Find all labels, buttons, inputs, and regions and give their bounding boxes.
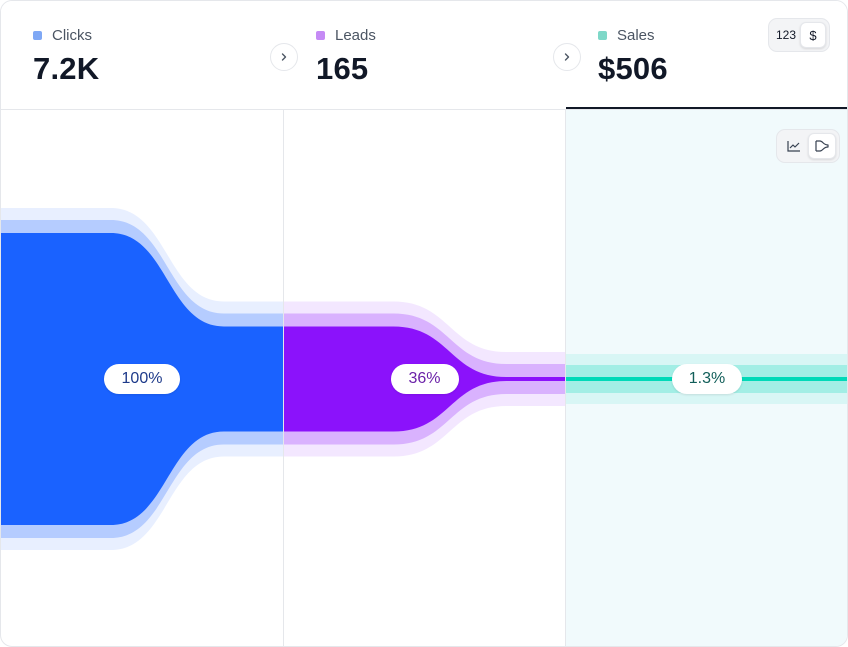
clicks-percent-label: 100% <box>104 364 180 394</box>
leads-value: 165 <box>316 51 369 86</box>
funnel-chart-icon[interactable] <box>808 133 836 159</box>
toggle-currency-option[interactable]: $ <box>800 22 826 48</box>
leads-legend-dot <box>316 31 325 40</box>
sales-legend-dot <box>598 31 607 40</box>
sales-value: $506 <box>598 51 668 86</box>
toggle-count-option[interactable]: 123 <box>772 22 800 48</box>
chevron-right-icon <box>553 43 581 71</box>
chart-view-toggle <box>776 129 840 163</box>
line-chart-icon[interactable] <box>780 133 808 159</box>
sales-percent-label: 1.3% <box>672 364 742 394</box>
chevron-right-icon <box>270 43 298 71</box>
stage-header: Clicks 7.2K Leads 165 Sales $506 123 $ <box>1 1 847 110</box>
clicks-label: Clicks <box>52 27 92 44</box>
leads-percent-label: 36% <box>390 364 459 394</box>
clicks-legend-dot <box>33 31 42 40</box>
leads-label: Leads <box>335 27 376 44</box>
stage-clicks[interactable]: Clicks 7.2K <box>1 1 283 109</box>
value-format-toggle: 123 $ <box>768 18 830 52</box>
funnel-card: Clicks 7.2K Leads 165 Sales $506 123 $ 1… <box>0 0 848 647</box>
stage-leads[interactable]: Leads 165 <box>284 1 565 109</box>
sales-label: Sales <box>617 27 655 44</box>
clicks-value: 7.2K <box>33 51 100 86</box>
active-stage-indicator <box>566 107 847 109</box>
